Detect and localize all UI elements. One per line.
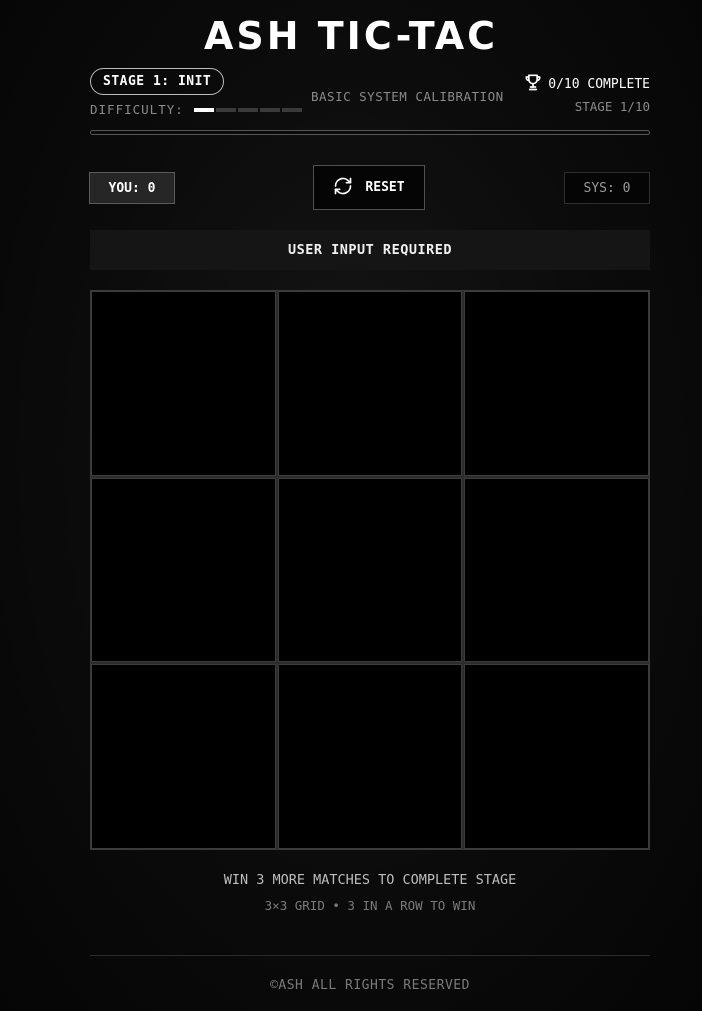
rules-text: 3×3 GRID • 3 IN A ROW TO WIN xyxy=(264,898,476,913)
stage-count: STAGE 1/10 xyxy=(574,99,650,114)
copyright: ©ASH ALL RIGHTS RESERVED xyxy=(270,978,470,993)
stage-badge: STAGE 1: INIT xyxy=(90,68,225,95)
difficulty-bars xyxy=(193,107,302,112)
system-score: SYS: 0 xyxy=(564,172,650,204)
board-cell[interactable] xyxy=(464,477,649,663)
difficulty-meter: DIFFICULTY: xyxy=(90,102,302,117)
board-cell[interactable] xyxy=(277,664,463,849)
board-cell[interactable] xyxy=(464,664,649,849)
footer-divider xyxy=(90,955,650,956)
board-cell[interactable] xyxy=(91,291,276,476)
stage-description: BASIC SYSTEM CALIBRATION xyxy=(311,89,504,104)
stage-hint: WIN 3 MORE MATCHES TO COMPLETE STAGE xyxy=(223,872,517,888)
refresh-icon xyxy=(333,176,353,200)
board-cell[interactable] xyxy=(91,477,276,663)
status-message: USER INPUT REQUIRED xyxy=(288,242,452,258)
reset-button[interactable]: RESET xyxy=(313,165,425,210)
player-score: YOU: 0 xyxy=(89,172,175,204)
game-title: ASH TIC-TAC xyxy=(203,14,499,58)
difficulty-bar xyxy=(215,107,236,112)
trophy-icon xyxy=(523,72,543,96)
board-cell[interactable] xyxy=(277,477,463,663)
complete-text: 0/10 COMPLETE xyxy=(548,76,650,92)
board-cell[interactable] xyxy=(91,664,276,849)
difficulty-bar xyxy=(193,107,214,112)
difficulty-label: DIFFICULTY: xyxy=(90,102,184,117)
stage-progress-bar xyxy=(90,130,650,135)
board-cell[interactable] xyxy=(464,291,649,476)
stage-label: STAGE 1: INIT xyxy=(103,74,212,89)
difficulty-bar xyxy=(259,107,280,112)
difficulty-bar xyxy=(281,107,302,112)
status-banner: USER INPUT REQUIRED xyxy=(90,230,650,270)
reset-label: RESET xyxy=(365,180,405,195)
board-cell[interactable] xyxy=(277,291,463,476)
game-board xyxy=(90,290,650,850)
difficulty-bar xyxy=(237,107,258,112)
completion-counter: 0/10 COMPLETE xyxy=(523,72,650,96)
